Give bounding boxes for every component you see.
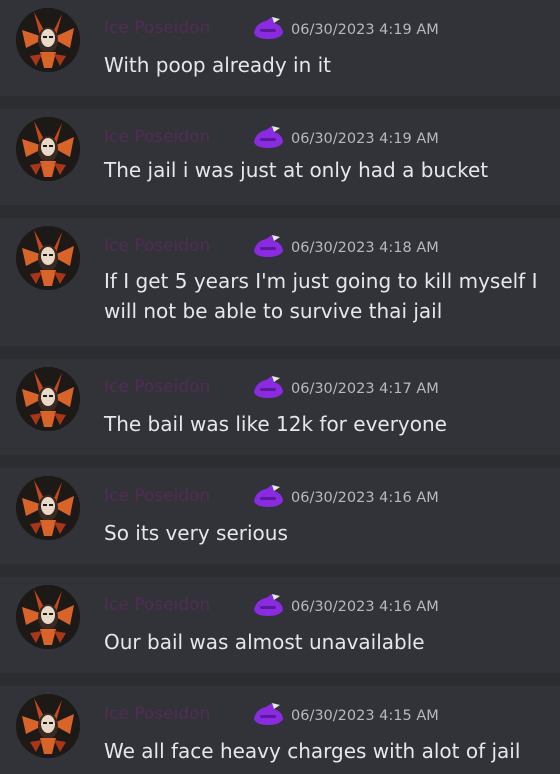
- role-icon[interactable]: [250, 592, 286, 618]
- username[interactable]: Ice Poseidon: [104, 486, 210, 506]
- username[interactable]: Ice Poseidon: [104, 18, 210, 38]
- message-text: The jail i was just at only had a bucket: [104, 158, 489, 182]
- message-item: Ice Poseidon 06/30/2023 4:17 AM The bail…: [0, 359, 560, 455]
- message-item: Ice Poseidon 06/30/2023 4:16 AM So its v…: [0, 468, 560, 564]
- avatar[interactable]: [16, 476, 80, 540]
- message-separator: [0, 96, 560, 109]
- message-text: The bail was like 12k for everyone: [104, 412, 447, 436]
- avatar[interactable]: [16, 226, 80, 290]
- role-icon[interactable]: [250, 483, 286, 509]
- timestamp: 06/30/2023 4:16 AM: [291, 490, 439, 506]
- message-separator: [0, 673, 560, 686]
- timestamp: 06/30/2023 4:19 AM: [291, 131, 439, 147]
- message-text: We all face heavy charges with alot of j…: [104, 739, 521, 763]
- message-text: If I get 5 years I'm just going to kill …: [104, 269, 538, 323]
- username[interactable]: Ice Poseidon: [104, 127, 210, 147]
- username[interactable]: Ice Poseidon: [104, 236, 210, 256]
- username[interactable]: Ice Poseidon: [104, 377, 210, 397]
- timestamp: 06/30/2023 4:18 AM: [291, 240, 439, 256]
- message-item: Ice Poseidon 06/30/2023 4:18 AM If I get…: [0, 218, 560, 346]
- avatar[interactable]: [16, 585, 80, 649]
- username[interactable]: Ice Poseidon: [104, 595, 210, 615]
- message-item: Ice Poseidon 06/30/2023 4:15 AM We all f…: [0, 686, 560, 774]
- role-icon[interactable]: [250, 15, 286, 41]
- role-icon[interactable]: [250, 374, 286, 400]
- timestamp: 06/30/2023 4:15 AM: [291, 708, 439, 724]
- timestamp: 06/30/2023 4:19 AM: [291, 22, 439, 38]
- message-item: Ice Poseidon 06/30/2023 4:16 AM Our bail…: [0, 577, 560, 673]
- timestamp: 06/30/2023 4:16 AM: [291, 599, 439, 615]
- message-separator: [0, 205, 560, 218]
- message-text: With poop already in it: [104, 53, 332, 77]
- message-text: So its very serious: [104, 521, 288, 545]
- role-icon[interactable]: [250, 233, 286, 259]
- message-separator: [0, 455, 560, 468]
- message-item: Ice Poseidon 06/30/2023 4:19 AM With poo…: [0, 0, 560, 96]
- role-icon[interactable]: [250, 124, 286, 150]
- message-item: Ice Poseidon 06/30/2023 4:19 AM The jail…: [0, 109, 560, 205]
- timestamp: 06/30/2023 4:17 AM: [291, 381, 439, 397]
- avatar[interactable]: [16, 8, 80, 72]
- avatar[interactable]: [16, 117, 80, 181]
- avatar[interactable]: [16, 367, 80, 431]
- message-text: Our bail was almost unavailable: [104, 630, 425, 654]
- username[interactable]: Ice Poseidon: [104, 704, 210, 724]
- avatar[interactable]: [16, 694, 80, 758]
- message-separator: [0, 346, 560, 359]
- role-icon[interactable]: [250, 701, 286, 727]
- message-separator: [0, 564, 560, 577]
